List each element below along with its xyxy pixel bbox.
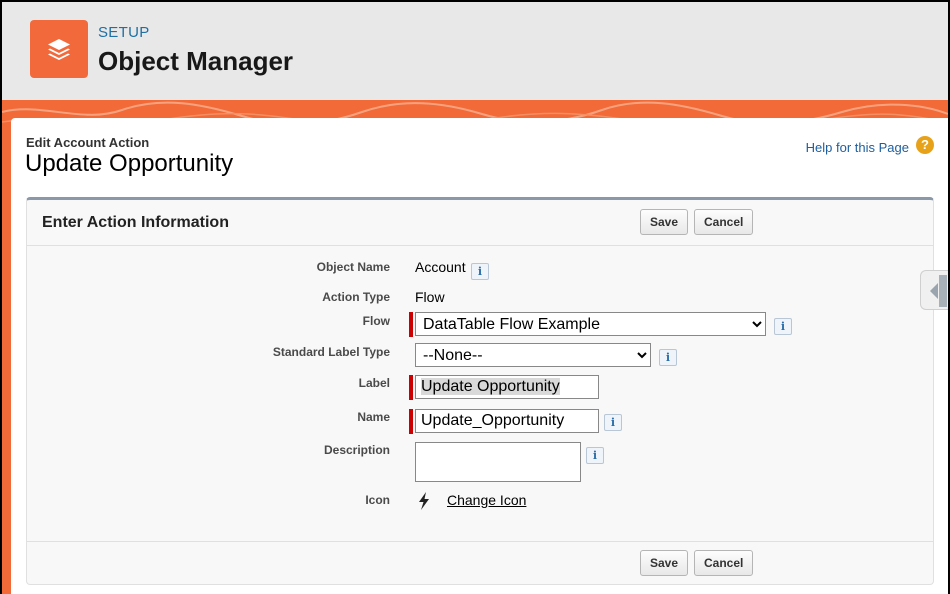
lightning-bolt-icon <box>419 492 429 510</box>
standard-label-type-label: Standard Label Type <box>272 345 390 359</box>
side-panel-toggle[interactable] <box>920 270 948 310</box>
page-subtitle: Edit Account Action <box>26 135 150 150</box>
standard-label-type-info-icon[interactable]: i <box>659 349 677 366</box>
required-indicator <box>409 409 413 434</box>
label-input-value: Update Opportunity <box>421 378 560 395</box>
label-field-label: Label <box>358 376 390 390</box>
cancel-button-bottom[interactable]: Cancel <box>694 550 754 576</box>
required-indicator <box>409 375 413 400</box>
page-header-title: Object Manager <box>98 46 294 76</box>
side-tab-bar <box>939 275 947 307</box>
main-content: Edit Account Action Update Opportunity H… <box>11 118 948 594</box>
flow-label: Flow <box>362 314 390 328</box>
required-indicator <box>409 312 413 337</box>
cancel-button[interactable]: Cancel <box>694 209 754 235</box>
panel-header: Enter Action Information Save Cancel <box>27 200 933 246</box>
action-type-label: Action Type <box>322 290 390 304</box>
description-textarea[interactable] <box>415 442 581 482</box>
page-title: Update Opportunity <box>25 150 234 177</box>
flow-info-icon[interactable]: i <box>774 318 792 335</box>
setup-eyebrow: SETUP <box>98 24 150 41</box>
setup-header: SETUP Object Manager <box>2 2 948 100</box>
flow-select[interactable]: DataTable Flow Example <box>415 312 766 336</box>
action-info-panel: Enter Action Information Save Cancel Obj… <box>26 197 934 585</box>
name-input[interactable] <box>415 409 599 433</box>
action-type-value: Flow <box>415 289 445 305</box>
panel-footer: Save Cancel <box>27 541 933 584</box>
help-icon[interactable]: ? <box>916 136 934 154</box>
layers-icon[interactable] <box>30 20 88 78</box>
object-name-value: Account <box>415 259 466 275</box>
description-info-icon[interactable]: i <box>586 447 604 464</box>
name-field-label: Name <box>357 410 390 424</box>
collapse-arrow-icon <box>930 283 938 299</box>
help-link[interactable]: Help for this Page <box>806 140 909 155</box>
panel-title: Enter Action Information <box>42 214 229 231</box>
save-button[interactable]: Save <box>640 209 689 235</box>
label-input[interactable]: Update Opportunity <box>415 375 599 399</box>
change-icon-link[interactable]: Change Icon <box>447 492 526 508</box>
name-info-icon[interactable]: i <box>604 414 622 431</box>
save-button-bottom[interactable]: Save <box>640 550 689 576</box>
standard-label-type-select[interactable]: --None-- <box>415 343 651 367</box>
object-name-info-icon[interactable]: i <box>471 263 489 280</box>
object-name-label: Object Name <box>316 260 390 274</box>
icon-label: Icon <box>365 493 390 507</box>
description-label: Description <box>323 443 390 457</box>
